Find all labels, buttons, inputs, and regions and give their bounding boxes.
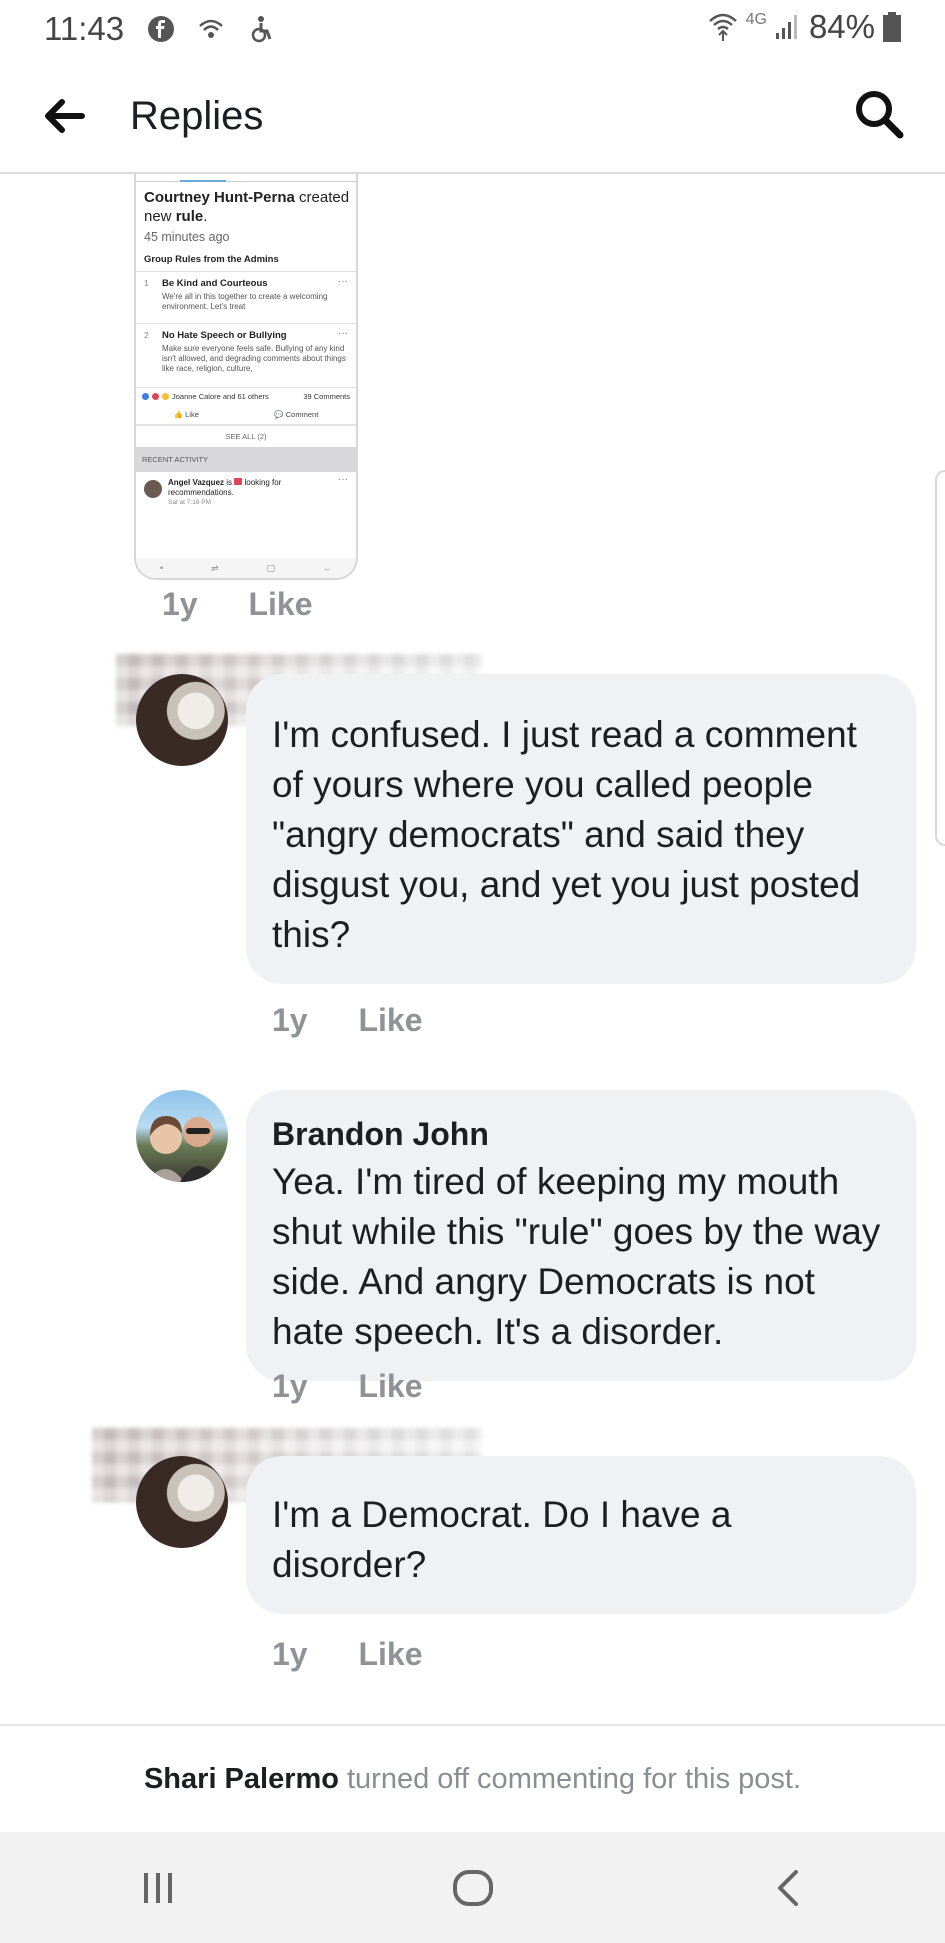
- embed-comment-button: 💬 Comment: [274, 410, 319, 419]
- embed-back-icon: ←: [323, 563, 332, 573]
- comment-meta: 1y Like: [272, 1002, 423, 1039]
- embed-nav-strip: • ⇌ ▢ ←: [136, 558, 356, 578]
- comment-bubble: I'm a Democrat. Do I have a disorder?: [246, 1456, 916, 1614]
- recommendation-icon: [234, 478, 243, 485]
- avatar-photo: [146, 1116, 220, 1182]
- embed-comments-count: 39 Comments: [303, 392, 350, 401]
- status-time: 11:43: [44, 10, 125, 47]
- embed-actions: 👍 Like 💬 Comment: [136, 405, 356, 426]
- avatar: [144, 480, 162, 498]
- more-options-icon: ···: [338, 328, 348, 339]
- notice-author: Shari Palermo: [143, 1762, 339, 1795]
- embed-comment-label: Comment: [285, 410, 319, 419]
- embed-like-label: Like: [185, 410, 199, 419]
- home-icon: [452, 1869, 493, 1906]
- embed-recent-icon: ⇌: [211, 562, 219, 573]
- scrollbar-handle[interactable]: [935, 470, 945, 846]
- notice-message: turned off commenting for this post.: [347, 1762, 802, 1795]
- comment-meta: 1y Like: [272, 1636, 423, 1673]
- embed-recent-header: RECENT ACTIVITY: [136, 447, 356, 472]
- more-options-icon: ···: [338, 276, 348, 287]
- comment-text: I'm a Democrat. Do I have a disorder?: [272, 1494, 732, 1585]
- embed-home-icon: ▢: [266, 562, 276, 573]
- back-chevron-icon: [777, 1869, 798, 1906]
- rule-number: 1: [144, 278, 149, 288]
- embedded-screenshot[interactable]: Courtney Hunt-Perna created new rule. 45…: [134, 174, 358, 580]
- embed-reactions-text: Joanne Calore and 61 others: [172, 392, 269, 401]
- like-button[interactable]: Like: [358, 1368, 422, 1404]
- like-reaction-icon: [142, 393, 149, 400]
- embed-rule: 1 Be Kind and Courteous We're all in thi…: [136, 272, 356, 324]
- wow-reaction-icon: [162, 393, 169, 400]
- comment-author[interactable]: Brandon John: [272, 1116, 890, 1153]
- rule-description: We're all in this together to create a w…: [162, 292, 328, 311]
- avatar[interactable]: [136, 674, 228, 766]
- embed-activity: Angel Vazquez is looking for recommendat…: [136, 472, 356, 512]
- comment-time: 1y: [272, 1636, 308, 1672]
- comment-bubble: Brandon John Yea. I'm tired of keeping m…: [246, 1090, 916, 1381]
- rule-title: No Hate Speech or Bullying: [162, 330, 287, 341]
- accessibility-icon: [251, 16, 272, 43]
- more-options-icon: ···: [338, 474, 348, 485]
- comment-time: 1y: [272, 1002, 308, 1038]
- recents-icon: [143, 1872, 172, 1903]
- signal-icon: [775, 15, 797, 39]
- like-button[interactable]: Like: [358, 1002, 422, 1038]
- rule-description: Make sure everyone feels safe. Bullying …: [162, 344, 346, 373]
- embed-tabs: [136, 174, 356, 182]
- embed-post-time: 45 minutes ago: [144, 230, 230, 244]
- embed-activity-name: Angel Vazquez: [168, 478, 225, 487]
- comment-time: 1y: [162, 586, 198, 622]
- comment-bubble: I'm confused. I just read a comment of y…: [246, 674, 916, 984]
- embed-reactions: Joanne Calore and 61 others: [142, 392, 269, 401]
- network-type: 4G: [745, 11, 767, 28]
- commenting-off-notice: Shari Palermo turned off commenting for …: [0, 1724, 945, 1832]
- rule-number: 2: [144, 330, 149, 340]
- battery-percent: 84%: [808, 8, 875, 45]
- embed-like-button: 👍 Like: [173, 410, 199, 419]
- avatar[interactable]: [136, 1090, 228, 1182]
- like-button[interactable]: Like: [358, 1636, 422, 1672]
- app-bar: Replies: [0, 58, 945, 174]
- wifi-calling-icon: [199, 19, 223, 38]
- embed-author: Courtney Hunt-Perna: [144, 189, 295, 206]
- status-bar: 11:43 4G 84%: [0, 0, 945, 58]
- comment-time: 1y: [272, 1368, 308, 1404]
- status-right: 4G 84%: [708, 8, 901, 46]
- comment-text: Yea. I'm tired of keeping my mouth shut …: [272, 1161, 881, 1352]
- embed-activity-time: Sat at 7:16 PM ·: [168, 499, 215, 506]
- embed-rule: 2 No Hate Speech or Bullying Make sure e…: [136, 324, 356, 388]
- rule-title: Be Kind and Courteous: [162, 278, 268, 289]
- back-arrow-icon[interactable]: [42, 96, 86, 136]
- home-button[interactable]: [443, 1858, 503, 1918]
- embed-see-all: SEE ALL (2): [225, 432, 267, 441]
- facebook-icon: [148, 16, 175, 42]
- embed-activity-text: is: [224, 478, 235, 487]
- comment-meta: 1y Like: [272, 1368, 423, 1405]
- like-button[interactable]: Like: [248, 586, 312, 622]
- system-navigation-bar: [0, 1832, 945, 1943]
- avatar[interactable]: [136, 1456, 228, 1548]
- embed-rules-header: Group Rules from the Admins: [136, 248, 356, 272]
- love-reaction-icon: [152, 393, 159, 400]
- embed-meta: 1y Like: [162, 586, 313, 623]
- embed-action-tail: new: [144, 208, 172, 225]
- embed-action: created: [294, 189, 350, 206]
- search-icon[interactable]: [853, 88, 905, 140]
- embed-dot-icon: •: [159, 563, 164, 573]
- embed-action-obj: rule: [175, 208, 204, 225]
- embed-reactions-row: Joanne Calore and 61 others 39 Comments: [136, 388, 356, 405]
- comment-text: I'm confused. I just read a comment of y…: [272, 714, 861, 955]
- recents-button[interactable]: [128, 1858, 188, 1918]
- battery-icon: [883, 12, 901, 42]
- embed-post-header: Courtney Hunt-Perna created new rule.: [144, 189, 350, 225]
- back-button[interactable]: [758, 1858, 818, 1918]
- wifi-icon: [708, 13, 737, 41]
- page-title: Replies: [130, 94, 264, 138]
